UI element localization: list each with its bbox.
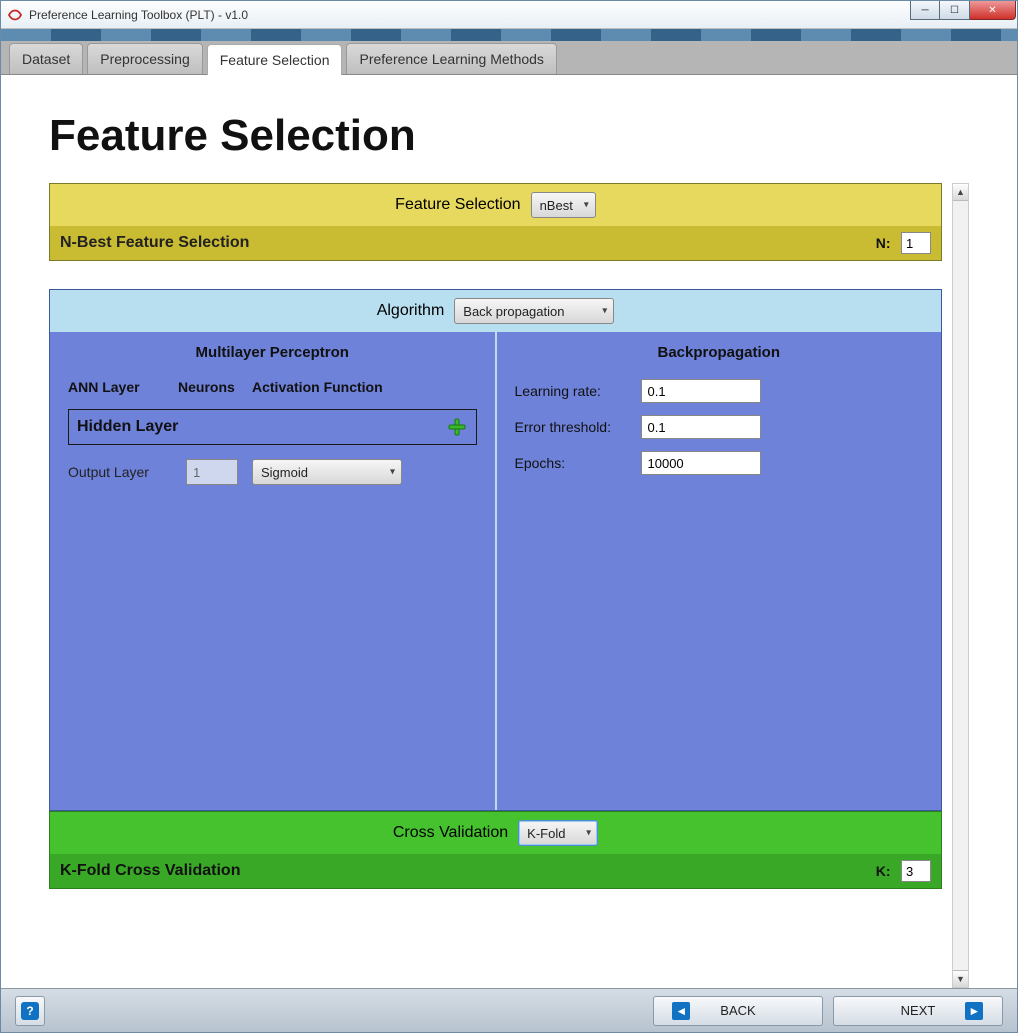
output-activation-dropdown[interactable]: Sigmoid <box>252 459 402 485</box>
tabstrip: Dataset Preprocessing Feature Selection … <box>1 41 1017 75</box>
titlebar: Preference Learning Toolbox (PLT) - v1.0… <box>1 1 1017 29</box>
learning-rate-row: Learning rate: <box>515 379 924 403</box>
hidden-layer-row[interactable]: Hidden Layer <box>68 409 477 445</box>
nbest-title: N-Best Feature Selection <box>60 234 249 252</box>
error-threshold-row: Error threshold: <box>515 415 924 439</box>
window-title: Preference Learning Toolbox (PLT) - v1.0 <box>29 8 248 22</box>
kfold-k-group: K: <box>876 860 931 882</box>
epochs-label: Epochs: <box>515 455 631 471</box>
n-label: N: <box>876 235 891 251</box>
kfold-bar: K-Fold Cross Validation K: <box>50 854 941 888</box>
algorithm-label: Algorithm <box>377 302 445 320</box>
feature-selection-label: Feature Selection <box>395 196 520 214</box>
minimize-button[interactable]: ─ <box>910 1 940 20</box>
algorithm-panel: Algorithm Back propagation Multilayer Pe… <box>49 289 942 811</box>
feature-selection-header: Feature Selection nBest <box>50 184 941 226</box>
mlp-title: Multilayer Perceptron <box>68 344 477 361</box>
col-activation: Activation Function <box>252 379 477 395</box>
page-title: Feature Selection <box>49 111 969 161</box>
scroll-zone: Feature Selection nBest N-Best Feature S… <box>49 183 969 988</box>
arrow-right-icon: ► <box>965 1002 983 1020</box>
maximize-button[interactable]: ☐ <box>940 1 970 20</box>
add-hidden-layer-button[interactable] <box>446 416 468 438</box>
tab-preference-learning[interactable]: Preference Learning Methods <box>346 43 556 74</box>
tab-preprocessing[interactable]: Preprocessing <box>87 43 203 74</box>
error-threshold-input[interactable] <box>641 415 761 439</box>
scroll-track[interactable] <box>953 201 968 970</box>
learning-rate-input[interactable] <box>641 379 761 403</box>
cross-validation-panel: Cross Validation K-Fold K-Fold Cross Val… <box>49 811 942 889</box>
help-icon: ? <box>21 1002 39 1020</box>
k-label: K: <box>876 863 891 879</box>
nbest-n-group: N: <box>876 232 931 254</box>
scroll-up-button[interactable]: ▲ <box>953 184 968 201</box>
output-layer-label: Output Layer <box>68 464 172 480</box>
backprop-column: Backpropagation Learning rate: Error thr… <box>495 332 942 810</box>
backprop-title: Backpropagation <box>515 344 924 361</box>
app-window: Preference Learning Toolbox (PLT) - v1.0… <box>0 0 1018 1033</box>
n-input[interactable] <box>901 232 931 254</box>
feature-selection-panel: Feature Selection nBest N-Best Feature S… <box>49 183 942 261</box>
hidden-layer-label: Hidden Layer <box>77 418 178 436</box>
mlp-column: Multilayer Perceptron ANN Layer Neurons … <box>50 332 495 810</box>
epochs-input[interactable] <box>641 451 761 475</box>
vertical-scrollbar[interactable]: ▲ ▼ <box>952 183 969 988</box>
mlp-headers: ANN Layer Neurons Activation Function <box>68 379 477 395</box>
app-icon <box>7 7 23 23</box>
output-neurons-input <box>186 459 238 485</box>
window-buttons: ─ ☐ ✕ <box>910 1 1017 20</box>
error-threshold-label: Error threshold: <box>515 419 631 435</box>
header-decor <box>1 29 1017 41</box>
cv-label: Cross Validation <box>393 824 508 842</box>
page-body: Feature Selection Feature Selection nBes… <box>1 75 1017 988</box>
scroll-down-button[interactable]: ▼ <box>953 970 968 987</box>
plus-icon <box>447 417 467 437</box>
content: Feature Selection nBest N-Best Feature S… <box>49 183 946 988</box>
algorithm-body: Multilayer Perceptron ANN Layer Neurons … <box>50 332 941 810</box>
nbest-bar: N-Best Feature Selection N: <box>50 226 941 260</box>
tab-dataset[interactable]: Dataset <box>9 43 83 74</box>
k-input[interactable] <box>901 860 931 882</box>
footer: ? ◄ BACK NEXT ► <box>1 988 1017 1032</box>
cv-header: Cross Validation K-Fold <box>50 812 941 854</box>
tab-feature-selection[interactable]: Feature Selection <box>207 44 343 75</box>
col-ann-layer: ANN Layer <box>68 379 178 395</box>
arrow-left-icon: ◄ <box>672 1002 690 1020</box>
close-button[interactable]: ✕ <box>970 1 1016 20</box>
next-button[interactable]: NEXT ► <box>833 996 1003 1026</box>
epochs-row: Epochs: <box>515 451 924 475</box>
col-neurons: Neurons <box>178 379 252 395</box>
feature-selection-dropdown[interactable]: nBest <box>531 192 596 218</box>
back-button[interactable]: ◄ BACK <box>653 996 823 1026</box>
algorithm-header: Algorithm Back propagation <box>50 290 941 332</box>
algorithm-dropdown[interactable]: Back propagation <box>454 298 614 324</box>
main-area: Dataset Preprocessing Feature Selection … <box>1 29 1017 1032</box>
kfold-title: K-Fold Cross Validation <box>60 862 240 880</box>
cv-dropdown[interactable]: K-Fold <box>518 820 598 846</box>
learning-rate-label: Learning rate: <box>515 383 631 399</box>
output-layer-row: Output Layer Sigmoid <box>68 459 477 485</box>
next-label: NEXT <box>901 1003 936 1018</box>
back-label: BACK <box>720 1003 755 1018</box>
help-button[interactable]: ? <box>15 996 45 1026</box>
